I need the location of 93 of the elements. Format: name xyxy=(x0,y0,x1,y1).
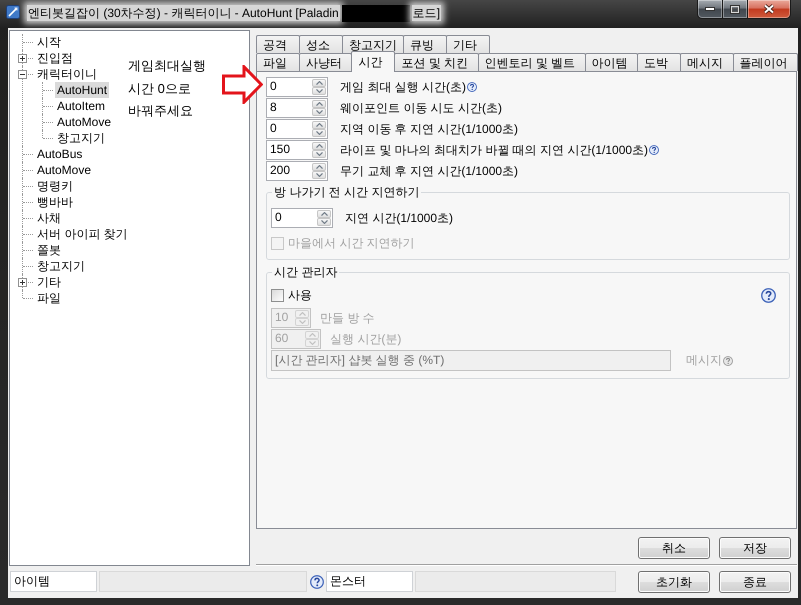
field-label: 메시지 xyxy=(686,353,722,368)
spin-down-button[interactable] xyxy=(312,171,326,179)
tab[interactable]: 창고지기 xyxy=(342,35,404,53)
tab[interactable]: 공격 xyxy=(256,35,300,53)
close-icon xyxy=(763,4,775,14)
maximize-icon xyxy=(730,4,740,14)
tree-item[interactable]: 진입점 xyxy=(35,50,75,66)
caret-down-icon xyxy=(316,152,322,156)
monster-field[interactable]: 몬스터 xyxy=(326,571,413,592)
tree-item[interactable]: AutoMove xyxy=(35,162,94,178)
field-label: 실행 시간(분) xyxy=(330,332,402,346)
tree-item[interactable]: AutoMove xyxy=(55,114,114,130)
tab[interactable]: 사냥터 xyxy=(299,53,352,71)
tree-item[interactable]: AutoBus xyxy=(35,146,84,162)
group-title: 시간 관리자 xyxy=(273,265,338,279)
spin-down-button[interactable] xyxy=(312,150,326,158)
save-button[interactable]: 저장 xyxy=(719,537,791,559)
tab[interactable]: 메시지 xyxy=(680,53,734,71)
checkbox-label[interactable]: 사용 xyxy=(288,288,312,302)
spin-up-button[interactable] xyxy=(312,142,326,150)
tree-item[interactable]: 기타 xyxy=(35,274,63,290)
field-label: 게임 최대 실행 시간(초) xyxy=(340,80,466,94)
minimize-icon xyxy=(705,7,715,11)
spin-field[interactable]: 0 xyxy=(266,77,328,97)
tab[interactable]: 큐빙 xyxy=(403,35,447,53)
tree-item[interactable]: 사채 xyxy=(35,210,63,226)
field-label: 만들 방 수 xyxy=(320,310,375,326)
cancel-button[interactable]: 취소 xyxy=(638,537,710,559)
caret-down-icon xyxy=(316,173,322,177)
tree-item[interactable]: 서버 아이피 찾기 xyxy=(35,226,130,242)
spin-up-button[interactable] xyxy=(312,163,326,171)
tree-item[interactable]: 캐릭터이니 xyxy=(35,66,99,82)
spin-up-button[interactable] xyxy=(312,79,326,87)
spin-field[interactable]: 0 xyxy=(271,208,333,228)
item-field[interactable]: 아이템 xyxy=(10,571,97,592)
close-button[interactable] xyxy=(748,0,791,19)
caret-up-icon xyxy=(320,212,328,216)
spin-down-button[interactable] xyxy=(312,129,326,137)
spin-field[interactable]: 150 xyxy=(266,140,328,160)
tab[interactable]: 포션 및 치킨 xyxy=(394,53,479,71)
annotation-note: 게임최대실행 시간 0으로 바꿔주세요 xyxy=(128,57,206,120)
tree-item[interactable]: 명령키 xyxy=(35,178,75,194)
caret-up-icon xyxy=(316,102,322,106)
collapse-icon[interactable] xyxy=(18,70,27,79)
tab[interactable]: 아이템 xyxy=(584,53,638,71)
field-label: 무기 교체 후 지연 시간(1/1000초) xyxy=(340,164,518,178)
spin-field[interactable]: 0 xyxy=(266,119,328,139)
caret-down-icon xyxy=(320,220,328,224)
window-title: 엔티봇길잡이 (30차수정) - 캐릭터이니 - AutoHunt [Paladin xyxy=(27,5,340,21)
tree-item[interactable]: 뻥바바 xyxy=(35,194,75,210)
caret-down-icon xyxy=(316,131,322,135)
tree-item[interactable]: 쫄봇 xyxy=(35,242,63,258)
tab[interactable]: 인벤토리 및 벨트 xyxy=(478,53,586,71)
window-title-tail: 로드] xyxy=(412,5,442,21)
group-title: 방 나가기 전 시간 지연하기 xyxy=(273,185,420,199)
spin-up-button[interactable] xyxy=(312,121,326,129)
tab[interactable]: 도박 xyxy=(637,53,682,71)
field-label: 웨이포인트 이동 시도 시간(초) xyxy=(340,100,502,116)
spin-up-button[interactable] xyxy=(312,100,326,108)
app-icon xyxy=(6,5,20,19)
tab[interactable]: 성소 xyxy=(299,35,343,53)
tree-item[interactable]: 시작 xyxy=(35,34,63,50)
tree-item[interactable]: 창고지기 xyxy=(35,258,87,274)
field-label: 라이프 및 마나의 최대치가 바뀔 때의 지연 시간(1/1000초) xyxy=(340,142,648,158)
spin-up-button[interactable] xyxy=(317,210,331,218)
tab[interactable]: 기타 xyxy=(446,35,490,53)
reset-button[interactable]: 초기화 xyxy=(638,570,710,592)
tree-item[interactable]: 창고지기 xyxy=(55,130,107,146)
spin-down-button[interactable] xyxy=(312,108,326,116)
caret-up-icon xyxy=(316,81,322,85)
caret-down-icon xyxy=(316,89,322,93)
maximize-button[interactable] xyxy=(723,0,748,19)
caret-up-icon xyxy=(316,165,322,169)
expand-icon[interactable] xyxy=(18,54,27,63)
minimize-button[interactable] xyxy=(697,0,723,19)
expand-icon[interactable] xyxy=(18,278,27,287)
field-label: 지역 이동 후 지연 시간(1/1000초) xyxy=(340,122,518,136)
spin-down-button[interactable] xyxy=(312,87,326,95)
tree-item[interactable]: AutoItem xyxy=(55,98,108,114)
caret-up-icon xyxy=(316,123,322,127)
spin-field[interactable]: 8 xyxy=(266,98,328,118)
caret-up-icon xyxy=(316,144,322,148)
spin-field[interactable]: 200 xyxy=(266,161,328,181)
caret-down-icon xyxy=(316,110,322,114)
exit-button[interactable]: 종료 xyxy=(719,570,791,592)
spin-down-button[interactable] xyxy=(317,218,331,226)
field-label: 지연 시간(1/1000초) xyxy=(345,210,454,226)
tree-item[interactable]: AutoHunt xyxy=(55,82,110,98)
tree-item[interactable]: 파일 xyxy=(35,290,63,306)
tab[interactable]: 시간 xyxy=(351,51,396,72)
tab[interactable]: 플레이어 xyxy=(732,53,798,71)
tab[interactable]: 파일 xyxy=(256,53,300,71)
checkbox[interactable] xyxy=(271,288,284,302)
